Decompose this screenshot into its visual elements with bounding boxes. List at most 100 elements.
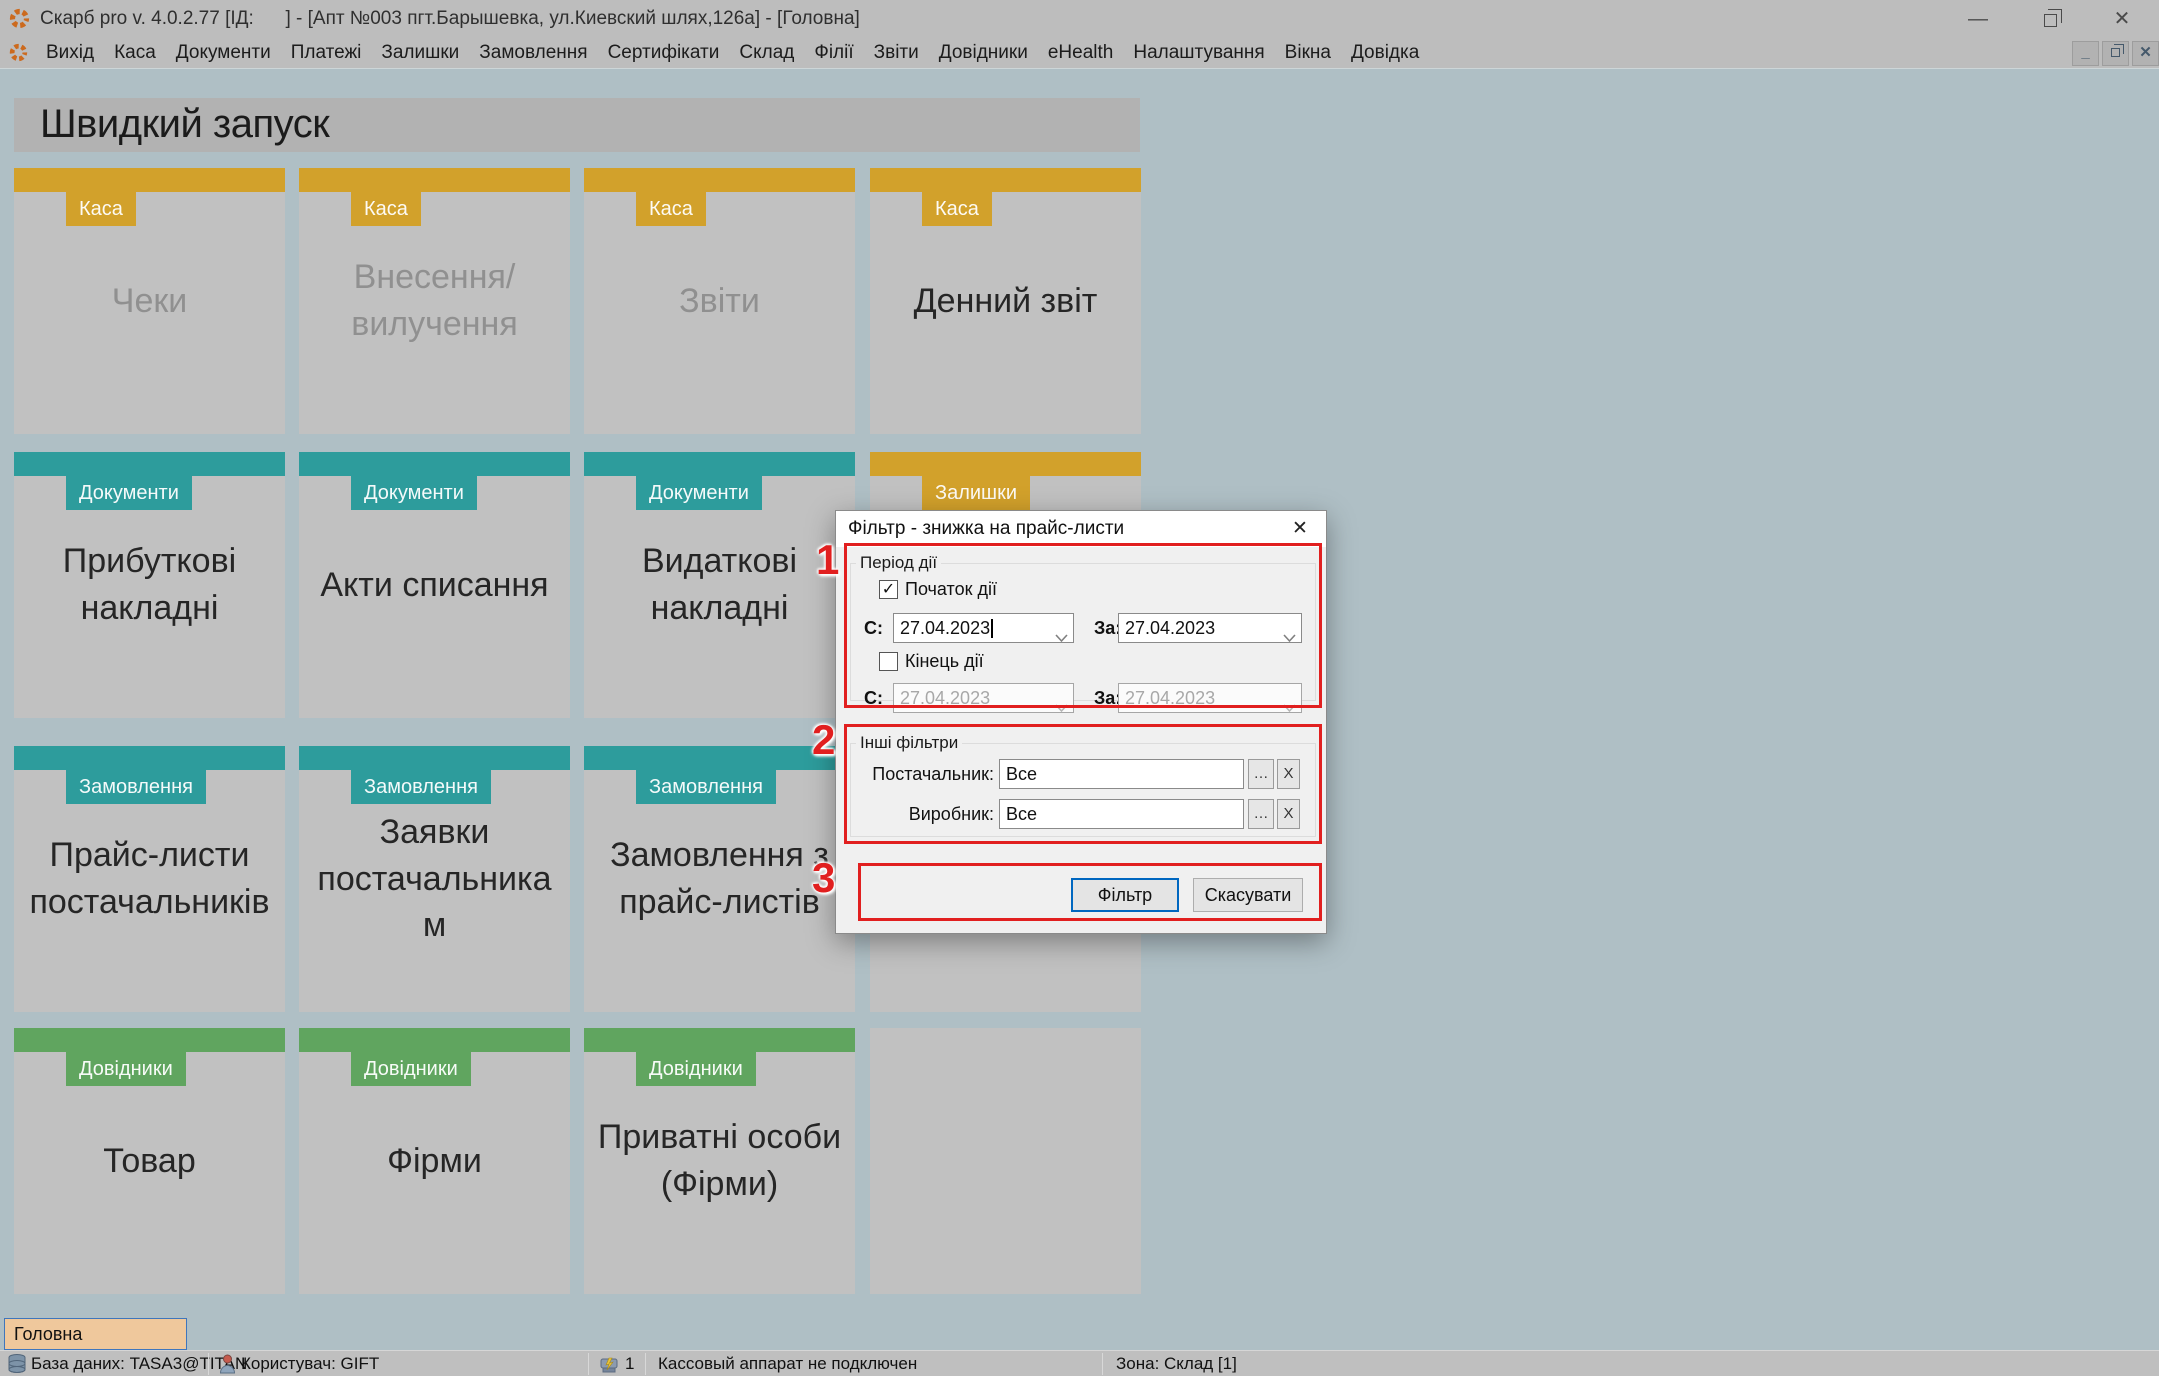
tile-label: Чеки: [24, 168, 275, 434]
start-from-label: С:: [864, 613, 883, 643]
tile-zvity[interactable]: Каса Звіти: [584, 168, 855, 434]
tile-vydatkovi-nakladni[interactable]: Документи Видаткові накладні: [584, 452, 855, 718]
filter-dialog: Фільтр - знижка на прайс-листи ✕ Період …: [835, 510, 1327, 934]
tile-empty-2: [870, 1028, 1141, 1294]
chevron-down-icon: [1055, 693, 1068, 721]
tile-firmy[interactable]: Довідники Фірми: [299, 1028, 570, 1294]
cancel-button[interactable]: Скасувати: [1193, 878, 1303, 912]
statusbar-separator: [208, 1353, 209, 1375]
dialog-title: Фільтр - знижка на прайс-листи: [848, 511, 1124, 547]
database-icon: [8, 1354, 26, 1376]
end-date-checkbox[interactable]: [879, 652, 898, 671]
start-to-date-value: 27.04.2023: [1125, 618, 1215, 638]
tile-zaiavky-postachalnykam[interactable]: Замовлення Заявки постачальникам: [299, 746, 570, 1012]
menubar: Вихід Каса Документи Платежі Залишки Зам…: [0, 38, 2159, 69]
supplier-clear-button[interactable]: X: [1277, 759, 1300, 789]
annotation-number-1: 1: [816, 536, 839, 584]
menu-items: Вихід Каса Документи Платежі Залишки Зам…: [36, 38, 1429, 68]
menu-item-kasa[interactable]: Каса: [104, 38, 166, 68]
restore-button[interactable]: [2022, 0, 2078, 38]
statusbar-database: База даних: TASA3@TITAN: [31, 1351, 247, 1376]
menu-item-dovidnyky[interactable]: Довідники: [929, 38, 1038, 68]
tile-label: Приватні особи (Фірми): [594, 1028, 845, 1294]
filter-button[interactable]: Фільтр: [1071, 878, 1179, 912]
statusbar-separator: [1102, 1353, 1103, 1375]
close-button[interactable]: ✕: [2094, 0, 2150, 38]
tile-label: Прибуткові накладні: [24, 452, 275, 718]
producer-input[interactable]: Все: [999, 799, 1244, 829]
text-cursor: [991, 619, 993, 638]
statusbar-user: Користувач: GIFT: [241, 1351, 379, 1376]
tile-label: Заявки постачальникам: [309, 746, 560, 1012]
supplier-browse-button[interactable]: …: [1248, 759, 1274, 789]
mdi-restore-icon: [2111, 48, 2120, 57]
tile-pryvatni-osoby[interactable]: Довідники Приватні особи (Фірми): [584, 1028, 855, 1294]
mdi-close-button[interactable]: ✕: [2132, 41, 2159, 66]
tile-prybutkovi-nakladni[interactable]: Документи Прибуткові накладні: [14, 452, 285, 718]
end-from-label: С:: [864, 683, 883, 713]
start-from-date-combo[interactable]: 27.04.2023: [893, 613, 1074, 643]
menu-item-ehealth[interactable]: eHealth: [1038, 38, 1124, 68]
tile-label: Фірми: [309, 1028, 560, 1294]
producer-clear-button[interactable]: X: [1277, 799, 1300, 829]
supplier-input[interactable]: Все: [999, 759, 1244, 789]
page-title: Швидкий запуск: [40, 102, 329, 147]
start-date-checkbox[interactable]: ✓: [879, 580, 898, 599]
menu-item-nalashtuvannia[interactable]: Налаштування: [1123, 38, 1274, 68]
start-date-checkbox-row: ✓ Початок дії: [879, 579, 997, 600]
tile-cheky[interactable]: Каса Чеки: [14, 168, 285, 434]
tile-akty-spysannia[interactable]: Документи Акти списання: [299, 452, 570, 718]
menu-item-dokumenty[interactable]: Документи: [166, 38, 281, 68]
menu-item-sklad[interactable]: Склад: [729, 38, 804, 68]
tile-label: Акти списання: [309, 452, 560, 718]
menu-item-zvity[interactable]: Звіти: [864, 38, 929, 68]
statusbar-separator: [645, 1353, 646, 1375]
end-date-checkbox-label: Кінець дії: [905, 651, 984, 672]
statusbar-register-status: Кассовый аппарат не подключен: [658, 1351, 917, 1376]
annotation-number-2: 2: [812, 716, 835, 764]
start-from-date-value: 27.04.2023: [900, 618, 990, 638]
tile-vnesennia-vyluchennia[interactable]: Каса Внесення/вилучення: [299, 168, 570, 434]
mdi-restore-button[interactable]: [2102, 41, 2129, 66]
menu-logo-icon: [9, 43, 28, 67]
producer-value: Все: [1006, 804, 1037, 824]
statusbar-separator: [588, 1353, 589, 1375]
menu-item-vikna[interactable]: Вікна: [1275, 38, 1341, 68]
chevron-down-icon[interactable]: [1283, 623, 1296, 651]
user-icon: [219, 1354, 236, 1376]
dialog-close-button[interactable]: ✕: [1284, 511, 1316, 547]
producer-browse-button[interactable]: …: [1248, 799, 1274, 829]
start-date-checkbox-label: Початок дії: [905, 579, 997, 600]
restore-icon: [2044, 14, 2057, 27]
tab-holovna[interactable]: Головна: [4, 1318, 187, 1350]
window-title: Скарб pro v. 4.0.2.77 [ІД: ] - [Апт №003…: [40, 0, 860, 38]
tile-label: [880, 1028, 1131, 1294]
minimize-button[interactable]: —: [1950, 0, 2006, 38]
supplier-label: Постачальник:: [842, 759, 994, 789]
statusbar-zone: Зона: Склад [1]: [1116, 1351, 1237, 1376]
tile-tovar[interactable]: Довідники Товар: [14, 1028, 285, 1294]
dialog-titlebar: Фільтр - знижка на прайс-листи ✕: [836, 511, 1326, 547]
cash-register-icon: [599, 1354, 619, 1376]
tile-label: Денний звіт: [880, 168, 1131, 434]
other-filters-group-title: Інші фільтри: [856, 733, 962, 753]
menu-item-filii[interactable]: Філії: [804, 38, 863, 68]
tile-dennyi-zvit[interactable]: Каса Денний звіт: [870, 168, 1141, 434]
statusbar: База даних: TASA3@TITAN Користувач: GIFT…: [0, 1350, 2159, 1376]
menu-item-dovidka[interactable]: Довідка: [1341, 38, 1429, 68]
tile-label: Замовлення з прайс-листів: [594, 746, 845, 1012]
menu-item-platezhi[interactable]: Платежі: [281, 38, 372, 68]
menu-item-zalyshky[interactable]: Залишки: [371, 38, 469, 68]
end-to-date-value: 27.04.2023: [1125, 688, 1215, 708]
mdi-minimize-button[interactable]: _: [2072, 41, 2099, 66]
tile-prais-lysty-postachalnykiv[interactable]: Замовлення Прайс-листи постачальників: [14, 746, 285, 1012]
menu-item-vykhid[interactable]: Вихід: [36, 38, 104, 68]
end-from-date-combo: 27.04.2023: [893, 683, 1074, 713]
start-to-date-combo[interactable]: 27.04.2023: [1118, 613, 1302, 643]
menu-item-zamovlennia[interactable]: Замовлення: [469, 38, 597, 68]
tile-label: Внесення/вилучення: [309, 168, 560, 434]
supplier-value: Все: [1006, 764, 1037, 784]
menu-item-sertyfikaty[interactable]: Сертифікати: [598, 38, 730, 68]
chevron-down-icon[interactable]: [1055, 623, 1068, 651]
page-header: Швидкий запуск: [14, 98, 1140, 152]
